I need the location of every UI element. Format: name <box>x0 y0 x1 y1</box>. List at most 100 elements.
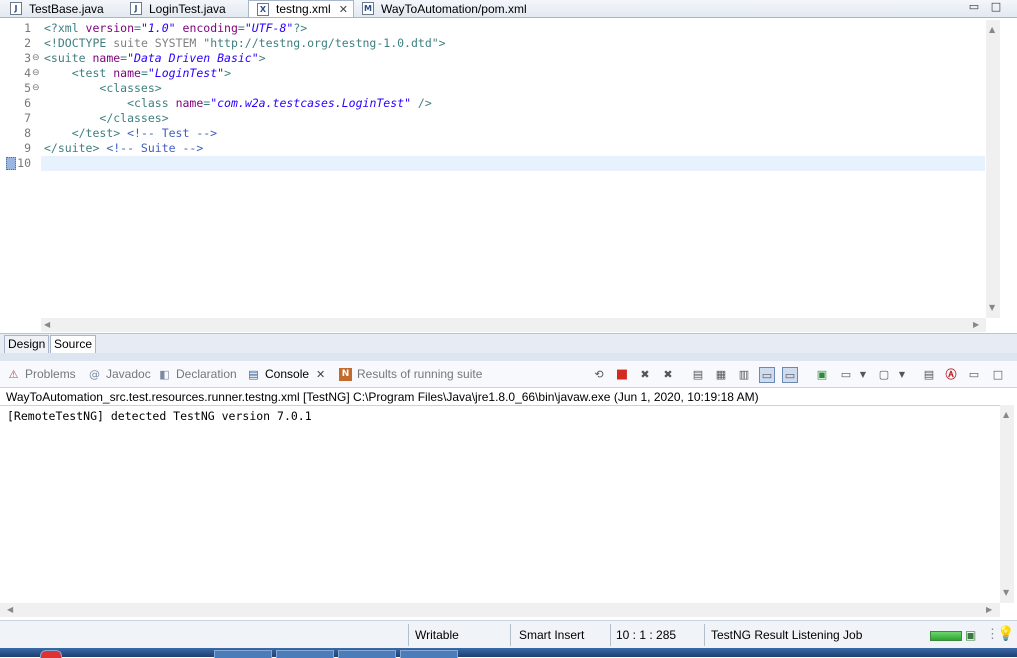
scroll-down-arrow-icon[interactable]: ▼ <box>989 303 995 312</box>
remove-all-launches-icon[interactable]: ✖ <box>660 367 676 383</box>
scroll-right-arrow-icon[interactable]: ▶ <box>973 320 979 329</box>
tab-logintest-java[interactable]: J LoginTest.java <box>122 0 247 17</box>
chevron-down-icon[interactable]: ▼ <box>855 367 871 383</box>
show-on-stdout-icon[interactable]: ▭ <box>759 367 775 383</box>
tab-source[interactable]: Source <box>50 335 97 354</box>
java-file-icon: J <box>10 2 22 15</box>
tab-label: Declaration <box>176 367 237 381</box>
tab-label: WayToAutomation/pom.xml <box>381 1 527 16</box>
status-job[interactable]: TestNG Result Listening Job <box>711 626 862 644</box>
code-line-5: <classes> <box>99 81 162 95</box>
javadoc-icon: @ <box>89 367 100 381</box>
status-bar: Writable Smart Insert 10 : 1 : 285 TestN… <box>0 620 1017 649</box>
current-line-highlight <box>41 156 985 171</box>
code-line-4: <test name="LoginTest"> <box>71 66 231 80</box>
status-divider <box>408 624 409 646</box>
xml-file-icon: X <box>257 2 269 16</box>
tab-pom-xml[interactable]: M WayToAutomation/pom.xml <box>354 0 554 17</box>
tab-label: Results of running suite <box>357 367 483 381</box>
line-number: 7 <box>24 111 31 125</box>
editor-horizontal-scrollbar[interactable]: ◀ ▶ <box>41 318 986 332</box>
fold-collapse-icon[interactable]: ⊖ <box>32 51 41 66</box>
maximize-editor-button[interactable]: □ <box>990 1 1002 12</box>
tab-design[interactable]: Design <box>4 335 50 354</box>
chevron-down-icon[interactable]: ▼ <box>894 367 910 383</box>
editor-tab-bar: J TestBase.java J LoginTest.java X testn… <box>0 0 1017 18</box>
show-on-stderr-icon[interactable]: ▭ <box>782 367 798 383</box>
minimize-view-button[interactable]: ▭ <box>966 367 982 383</box>
progress-bar[interactable] <box>930 631 962 641</box>
fold-collapse-icon[interactable]: ⊖ <box>32 66 41 81</box>
windows-taskbar <box>0 648 1017 657</box>
progress-view-icon[interactable]: ▣ <box>965 628 976 642</box>
maven-file-icon: M <box>362 2 374 15</box>
fold-collapse-icon[interactable]: ⊖ <box>32 81 41 96</box>
tab-label: Problems <box>25 367 76 381</box>
status-cursor-position: 10 : 1 : 285 <box>616 628 677 642</box>
code-line-3: <suite name="Data Driven Basic"> <box>44 51 266 65</box>
declaration-icon: ◧ <box>159 367 170 381</box>
problems-icon: ⚠ <box>8 367 19 381</box>
pin-console-icon[interactable]: ▣ <box>814 367 830 383</box>
scroll-up-arrow-icon[interactable]: ▲ <box>989 25 995 34</box>
editor-vertical-scrollbar[interactable]: ▲ ▼ <box>986 20 1000 318</box>
view-separator[interactable] <box>0 353 1017 361</box>
tab-label: Javadoc <box>106 367 151 381</box>
ant-icon[interactable]: Ⓐ <box>943 367 959 383</box>
line-number: 4 <box>24 66 31 80</box>
terminate-icon[interactable]: ■ <box>614 367 630 383</box>
status-divider <box>704 624 705 646</box>
scroll-up-arrow-icon[interactable]: ▲ <box>1003 410 1009 419</box>
tab-declaration[interactable]: ◧ Declaration <box>158 361 237 387</box>
tab-label: testng.xml <box>276 2 331 16</box>
code-line-8: </test> <!-- Test --> <box>71 126 218 140</box>
line-number: 9 <box>24 141 31 155</box>
scroll-left-arrow-icon[interactable]: ◀ <box>44 320 50 329</box>
tab-console[interactable]: ▤ Console ✕ <box>247 361 325 387</box>
console-icon: ▤ <box>248 367 259 381</box>
testng-icon: N <box>339 367 352 381</box>
minimize-editor-button[interactable]: ▭ <box>968 1 980 12</box>
scroll-down-arrow-icon[interactable]: ▼ <box>1003 588 1009 597</box>
remove-launch-icon[interactable]: ✖ <box>637 367 653 383</box>
status-insert-mode: Smart Insert <box>519 628 585 642</box>
console-vertical-scrollbar[interactable]: ▲ ▼ <box>1000 405 1014 603</box>
properties-icon[interactable]: ▤ <box>921 367 937 383</box>
java-file-icon: J <box>130 2 142 15</box>
tab-label: TestBase.java <box>29 1 104 16</box>
console-horizontal-scrollbar[interactable]: ◀ ▶ <box>0 603 1000 617</box>
tab-testng-xml[interactable]: X testng.xml ✕ <box>248 0 354 17</box>
status-writable: Writable <box>415 628 459 642</box>
console-launch-description: WayToAutomation_src.test.resources.runne… <box>6 390 759 404</box>
word-wrap-icon[interactable]: ▥ <box>736 367 752 383</box>
scroll-lock-icon[interactable]: ▦ <box>713 367 729 383</box>
status-divider <box>510 624 511 646</box>
design-source-tab-bar: Design Source <box>0 333 1017 354</box>
tab-javadoc[interactable]: @ Javadoc <box>88 361 151 387</box>
scroll-right-arrow-icon[interactable]: ▶ <box>986 605 992 614</box>
tip-lightbulb-icon[interactable]: 💡 <box>997 626 1014 642</box>
clear-console-icon[interactable]: ▤ <box>690 367 706 383</box>
tab-label: Console <box>265 367 310 381</box>
tab-results-of-running-suite[interactable]: N Results of running suite <box>339 361 482 387</box>
pin-icon[interactable]: ⟲ <box>591 367 607 383</box>
maximize-view-button[interactable]: □ <box>990 367 1006 383</box>
close-console-icon[interactable]: ✕ <box>316 368 325 381</box>
xml-source-editor[interactable]: 1 2 3 4 5 6 7 8 9 10 ⊖ ⊖ ⊖ <?xml version… <box>0 20 1000 318</box>
open-console-icon[interactable]: ▢ <box>876 367 892 383</box>
code-line-9: </suite> <!-- Suite --> <box>44 141 204 155</box>
scroll-left-arrow-icon[interactable]: ◀ <box>7 605 13 614</box>
code-line-6: <class name="com.w2a.testcases.LoginTest… <box>127 96 432 110</box>
tab-problems[interactable]: ⚠ Problems <box>7 361 76 387</box>
display-selected-console-icon[interactable]: ▭ <box>838 367 854 383</box>
status-divider <box>610 624 611 646</box>
line-number: 8 <box>24 126 31 140</box>
close-tab-icon[interactable]: ✕ <box>339 3 348 16</box>
tab-testbase-java[interactable]: J TestBase.java <box>2 0 120 17</box>
line-number: 6 <box>24 96 31 110</box>
line-number-gutter: 1 2 3 4 5 6 7 8 9 10 ⊖ ⊖ ⊖ <box>0 20 41 318</box>
line-number: 5 <box>24 81 31 95</box>
line-number: 2 <box>24 36 31 50</box>
code-line-7: </classes> <box>99 111 169 125</box>
console-output-area[interactable]: [RemoteTestNG] detected TestNG version 7… <box>0 405 1000 604</box>
